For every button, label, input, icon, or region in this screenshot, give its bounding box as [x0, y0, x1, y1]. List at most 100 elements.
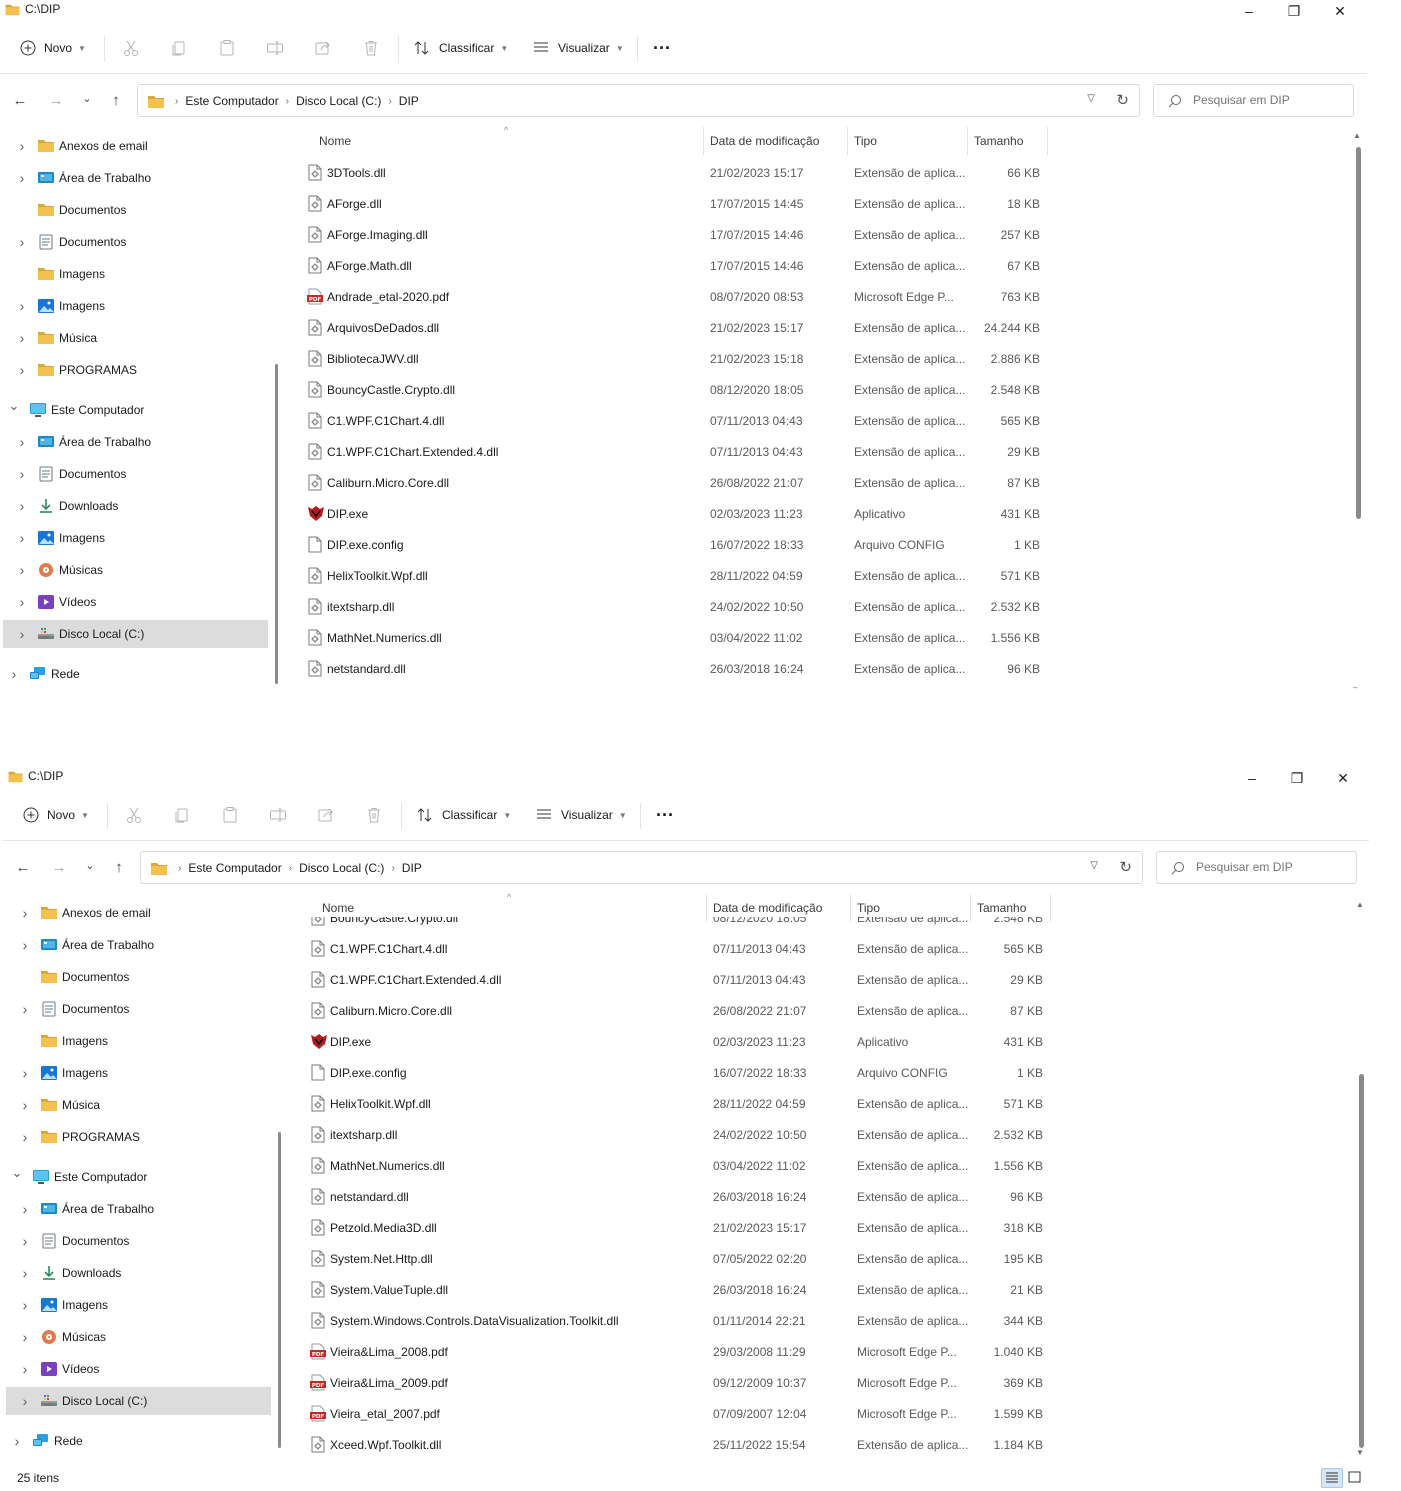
chevron-right-icon[interactable]: ›: [16, 362, 28, 378]
sidebar-item[interactable]: Imagens: [6, 1027, 271, 1055]
chevron-right-icon[interactable]: ›: [19, 1361, 31, 1377]
file-list-scrollbar[interactable]: ▲ ▼: [1354, 900, 1368, 1460]
copy-button[interactable]: [173, 803, 191, 827]
chevron-right-icon[interactable]: ›: [19, 1201, 31, 1217]
breadcrumb-item[interactable]: Este Computador: [185, 94, 278, 108]
sidebar-item[interactable]: › PROGRAMAS: [6, 1123, 271, 1151]
column-type[interactable]: Tipo: [854, 134, 877, 148]
view-button[interactable]: Visualizar ▼: [535, 803, 627, 827]
copy-button[interactable]: [170, 36, 188, 60]
chevron-right-icon[interactable]: ›: [8, 666, 20, 682]
share-button[interactable]: [317, 803, 335, 827]
sidebar-item[interactable]: Documentos: [3, 196, 268, 224]
file-row[interactable]: AForge.Imaging.dll 17/07/2015 14:46 Extens…: [290, 219, 1050, 250]
file-row[interactable]: PDF Andrade_etal-2020.pdf 08/07/2020 08:53…: [290, 281, 1050, 312]
close-button[interactable]: ✕: [1317, 0, 1363, 24]
sidebar-item[interactable]: › Música: [6, 1091, 271, 1119]
file-row[interactable]: itextsharp.dll 24/02/2022 10:50 Extensão d…: [293, 1119, 1053, 1150]
chevron-right-icon[interactable]: ›: [16, 330, 28, 346]
maximize-button[interactable]: ❐: [1271, 0, 1317, 24]
breadcrumb-item[interactable]: Disco Local (C:): [299, 861, 384, 875]
sidebar-item[interactable]: › Vídeos: [3, 588, 268, 616]
sort-button[interactable]: Classificar ▼: [416, 803, 511, 827]
sidebar-item[interactable]: › Imagens: [3, 524, 268, 552]
file-row[interactable]: DIP.exe 02/03/2023 11:23 Aplicativo 431 KB: [290, 498, 1050, 529]
sidebar-item[interactable]: › Área de Trabalho: [3, 164, 268, 192]
column-size[interactable]: Tamanho: [977, 901, 1026, 915]
cut-button[interactable]: [125, 803, 143, 827]
sidebar-item[interactable]: › Músicas: [6, 1323, 271, 1351]
file-row[interactable]: BouncyCastle.Crypto.dll 08/12/2020 18:05 E…: [290, 374, 1050, 405]
chevron-right-icon[interactable]: ›: [16, 530, 28, 546]
address-bar[interactable]: › Este Computador › Disco Local (C:) › DIP ▽ ↻: [140, 851, 1143, 884]
chevron-right-icon[interactable]: ›: [16, 626, 28, 642]
scroll-up-icon[interactable]: ▲: [1353, 131, 1361, 140]
recent-locations-button[interactable]: ⌄: [80, 857, 100, 875]
sidebar-item[interactable]: › Rede: [6, 1427, 271, 1455]
sidebar-item[interactable]: › Disco Local (C:): [3, 620, 268, 648]
column-name[interactable]: Nome: [322, 901, 354, 915]
file-row[interactable]: System.Net.Http.dll 07/05/2022 02:20 Exten…: [293, 1243, 1053, 1274]
column-name[interactable]: Nome: [319, 134, 351, 148]
close-button[interactable]: ✕: [1320, 767, 1366, 791]
forward-button[interactable]: →: [46, 92, 66, 110]
column-divider[interactable]: [703, 127, 704, 155]
column-size[interactable]: Tamanho: [974, 134, 1023, 148]
delete-button[interactable]: [365, 803, 383, 827]
minimize-button[interactable]: –: [1229, 767, 1275, 791]
file-row[interactable]: 3DTools.dll 21/02/2023 15:17 Extensão de a…: [290, 157, 1050, 188]
breadcrumb-item[interactable]: DIP: [402, 861, 422, 875]
address-bar[interactable]: › Este Computador › Disco Local (C:) › DIP ▽ ↻: [137, 84, 1140, 117]
chevron-right-icon[interactable]: ›: [16, 498, 28, 514]
column-date[interactable]: Data de modificação: [710, 134, 819, 148]
search-input[interactable]: [1196, 860, 1346, 874]
paste-button[interactable]: [221, 803, 239, 827]
sidebar-item[interactable]: Imagens: [3, 260, 268, 288]
search-input[interactable]: [1193, 93, 1343, 107]
recent-locations-button[interactable]: ⌄: [77, 90, 97, 108]
details-view-button[interactable]: [1321, 1468, 1343, 1488]
file-row[interactable]: DIP.exe.config 16/07/2022 18:33 Arquivo CO…: [293, 1057, 1053, 1088]
chevron-right-icon[interactable]: ›: [16, 138, 28, 154]
search-box[interactable]: [1153, 84, 1354, 117]
minimize-button[interactable]: –: [1226, 0, 1272, 24]
chevron-right-icon[interactable]: ›: [19, 1393, 31, 1409]
sidebar-item[interactable]: › Disco Local (C:): [6, 1387, 271, 1415]
column-date[interactable]: Data de modificação: [713, 901, 822, 915]
chevron-right-icon[interactable]: ›: [16, 298, 28, 314]
file-row[interactable]: ArquivosDeDados.dll 21/02/2023 15:17 Exten…: [290, 312, 1050, 343]
chevron-right-icon[interactable]: ›: [19, 1233, 31, 1249]
sidebar-item[interactable]: › Área de Trabalho: [3, 428, 268, 456]
sidebar-item[interactable]: › Vídeos: [6, 1355, 271, 1383]
file-row[interactable]: C1.WPF.C1Chart.Extended.4.dll 07/11/2013 …: [290, 436, 1050, 467]
file-row[interactable]: DIP.exe.config 16/07/2022 18:33 Arquivo CO…: [290, 529, 1050, 560]
paste-button[interactable]: [218, 36, 236, 60]
chevron-right-icon[interactable]: ›: [16, 562, 28, 578]
share-button[interactable]: [314, 36, 332, 60]
sort-button[interactable]: Classificar ▼: [413, 36, 508, 60]
chevron-right-icon[interactable]: ›: [16, 594, 28, 610]
forward-button[interactable]: →: [49, 859, 69, 877]
file-row[interactable]: C1.WPF.C1Chart.Extended.4.dll 07/11/2013 …: [293, 964, 1053, 995]
back-button[interactable]: ←: [13, 859, 33, 877]
column-type[interactable]: Tipo: [857, 901, 880, 915]
file-row[interactable]: AForge.dll 17/07/2015 14:45 Extensão de ap…: [290, 188, 1050, 219]
chevron-right-icon[interactable]: ›: [16, 170, 28, 186]
file-row[interactable]: System.Windows.Controls.DataVisualizatio…: [293, 1305, 1053, 1336]
new-button[interactable]: Novo ▼: [23, 803, 89, 827]
file-row[interactable]: PDF Vieira&Lima_2009.pdf 09/12/2009 10:37 M…: [293, 1367, 1053, 1398]
chevron-right-icon[interactable]: ›: [11, 1433, 23, 1449]
chevron-right-icon[interactable]: ›: [19, 1001, 31, 1017]
sidebar-item[interactable]: › Rede: [3, 660, 268, 688]
chevron-right-icon[interactable]: ›: [19, 1329, 31, 1345]
sidebar-item[interactable]: › Anexos de email: [3, 132, 268, 160]
breadcrumb-item[interactable]: Disco Local (C:): [296, 94, 381, 108]
delete-button[interactable]: [362, 36, 380, 60]
file-row[interactable]: HelixToolkit.Wpf.dll 28/11/2022 04:59 Exte…: [293, 1088, 1053, 1119]
sidebar-item[interactable]: › Imagens: [6, 1291, 271, 1319]
address-dropdown-icon[interactable]: ▽: [1087, 93, 1095, 104]
rename-button[interactable]: [266, 36, 284, 60]
scroll-thumb[interactable]: [1356, 147, 1361, 519]
refresh-icon[interactable]: ↻: [1116, 91, 1129, 109]
sidebar-item[interactable]: › Documentos: [6, 1227, 271, 1255]
